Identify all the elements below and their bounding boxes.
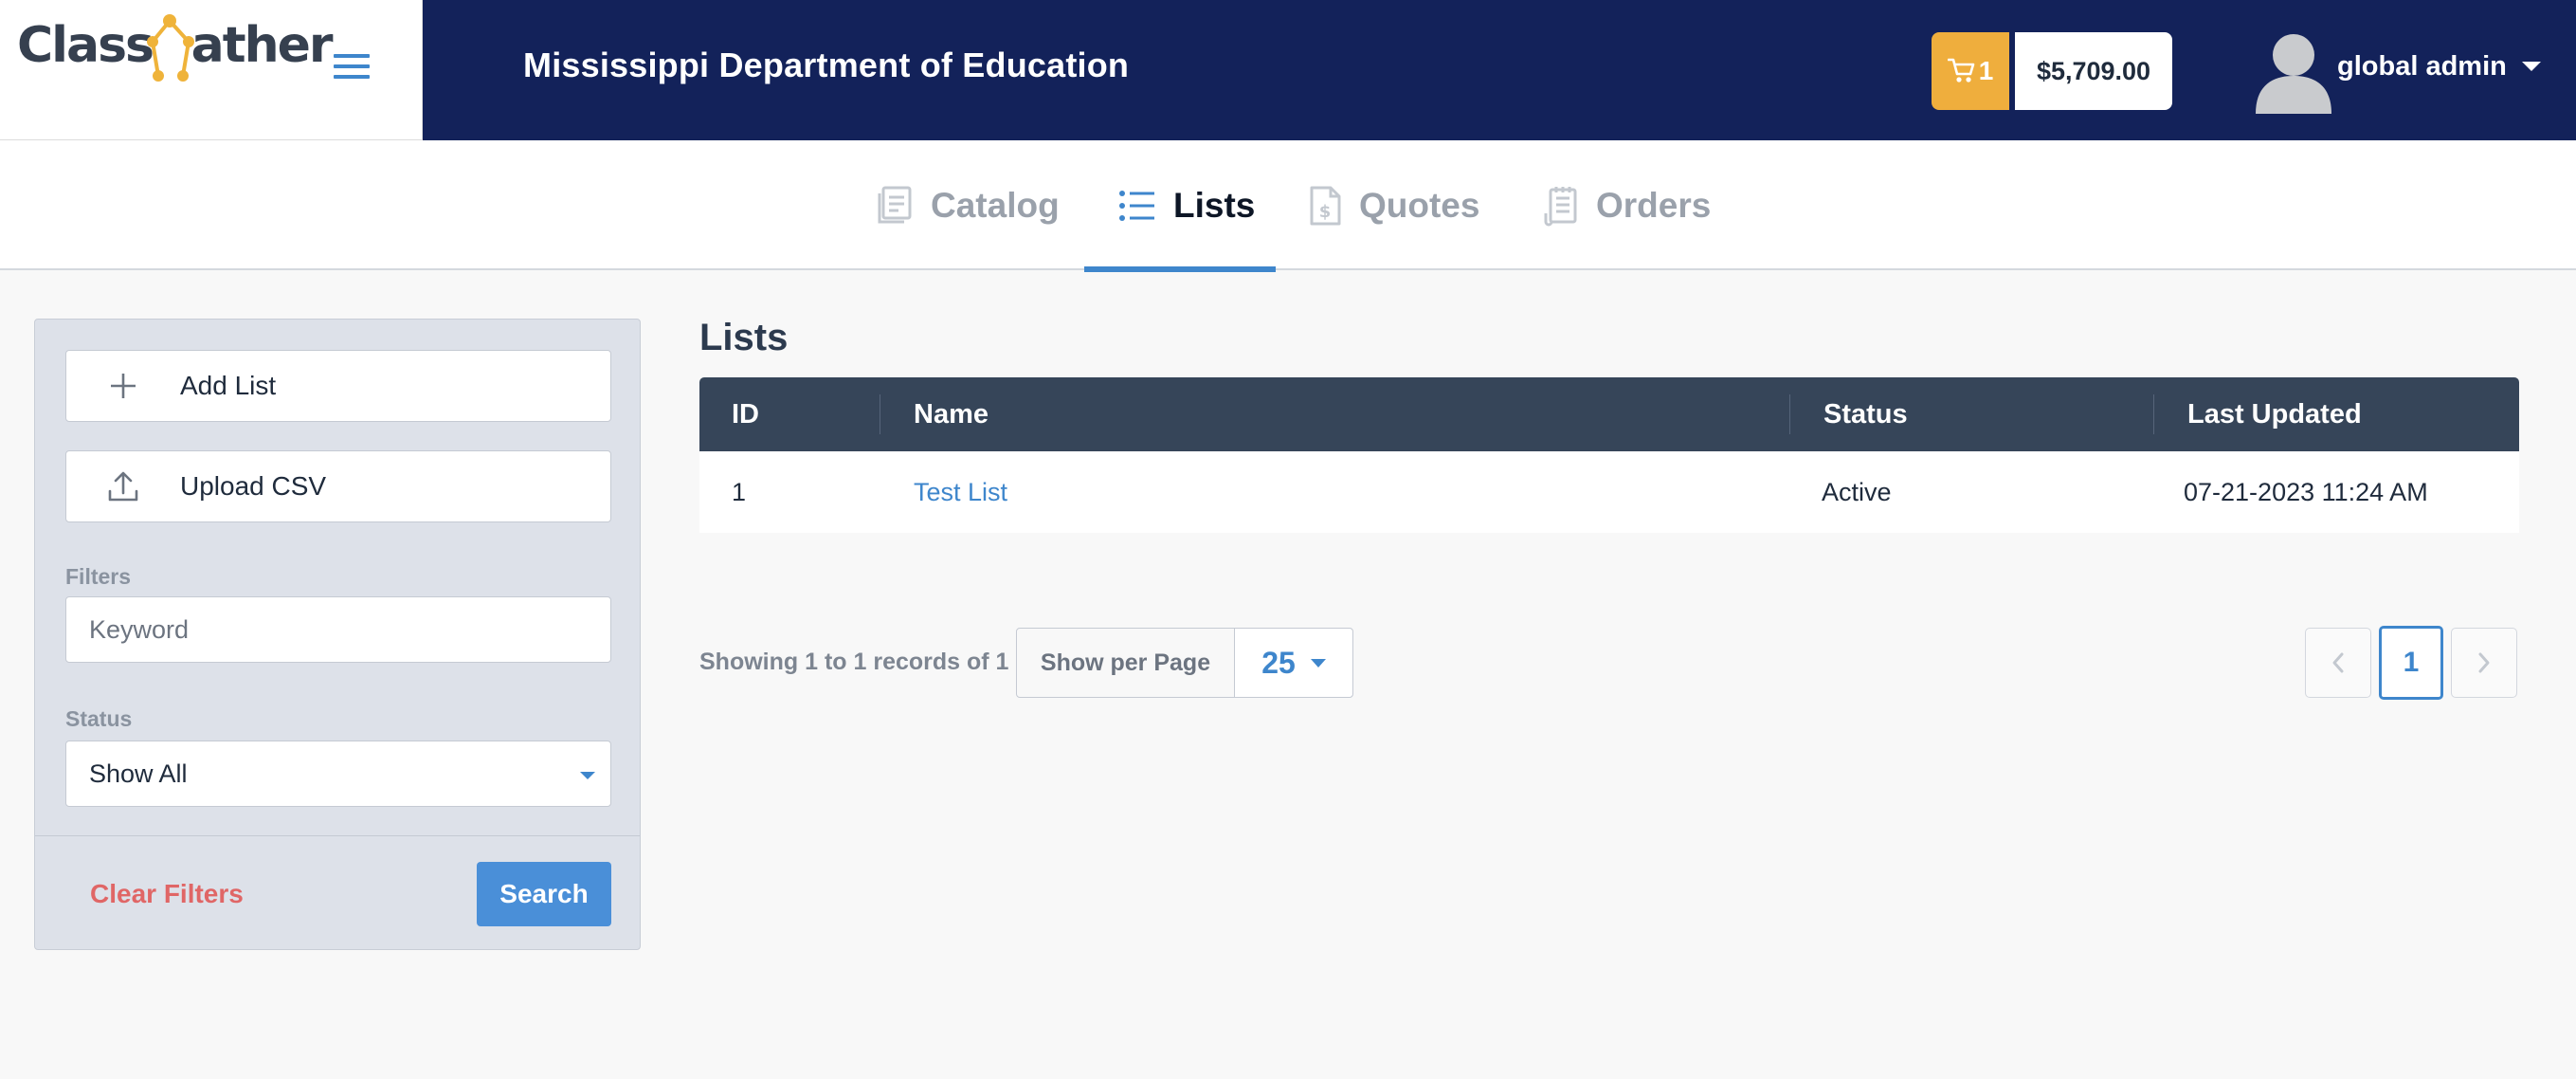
chevron-down-icon	[2521, 62, 2541, 71]
chevron-right-icon	[2478, 652, 2490, 673]
column-header-id[interactable]: ID	[699, 377, 880, 451]
upload-csv-button[interactable]: Upload CSV	[65, 450, 611, 522]
tab-orders-label: Orders	[1596, 185, 1712, 225]
logo-g-mark: G	[146, 14, 194, 82]
user-menu[interactable]: global admin	[2337, 47, 2541, 85]
status-select[interactable]: Show All	[65, 741, 611, 807]
user-name: global admin	[2337, 50, 2507, 82]
tab-orders[interactable]: Orders	[1543, 140, 1711, 270]
chevron-down-icon	[580, 772, 595, 779]
filters-label: Filters	[65, 564, 132, 589]
status-label: Status	[65, 706, 133, 731]
quote-icon: $	[1310, 186, 1341, 225]
pagination-next-button[interactable]	[2451, 628, 2517, 698]
cell-last-updated: 07-21-2023 11:24 AM	[2184, 477, 2428, 506]
cart-count: 1	[1978, 56, 1994, 85]
search-button[interactable]: Search	[477, 862, 611, 926]
classgather-logo[interactable]: Class Gather	[17, 6, 334, 85]
per-page-label: Show per Page	[1017, 629, 1235, 697]
tab-catalog[interactable]: Catalog	[876, 140, 1060, 270]
avatar[interactable]	[2252, 27, 2335, 114]
upload-icon	[66, 470, 180, 503]
user-avatar-icon	[2256, 34, 2331, 114]
catalog-icon	[878, 186, 912, 223]
tab-lists-label: Lists	[1173, 185, 1256, 225]
clear-filters-link[interactable]: Clear Filters	[90, 879, 244, 909]
pagination-page-current[interactable]: 1	[2379, 626, 2443, 700]
cell-name: Test List	[880, 478, 1789, 507]
main-nav: Catalog Lists $ Quotes Orders	[0, 140, 2576, 272]
tab-lists[interactable]: Lists	[1084, 140, 1276, 272]
plus-icon	[66, 372, 180, 400]
keyword-input[interactable]	[65, 596, 611, 663]
column-header-last-updated[interactable]: Last Updated	[2153, 377, 2519, 451]
sidebar-divider	[35, 835, 640, 836]
svg-text:$: $	[1319, 202, 1332, 222]
column-header-status[interactable]: Status	[1789, 377, 2153, 451]
orders-icon	[1544, 186, 1577, 226]
filter-sidebar: Add List Upload CSV Filters Status Show …	[34, 319, 641, 950]
cell-id: 1	[732, 477, 747, 506]
organization-name: Mississippi Department of Education	[523, 46, 1130, 84]
logo-text-right: ather	[190, 17, 334, 74]
column-header-name[interactable]: Name	[880, 377, 1789, 451]
chevron-down-icon	[1310, 658, 1326, 668]
tab-catalog-label: Catalog	[931, 185, 1060, 225]
status-selected-value: Show All	[89, 759, 188, 788]
upload-csv-label: Upload CSV	[180, 471, 327, 501]
per-page-value: 25	[1261, 645, 1296, 680]
cart-total[interactable]: $5,709.00	[2015, 32, 2172, 110]
cart-button[interactable]: 1	[1932, 32, 2009, 110]
logo-molecule-icon	[146, 14, 194, 82]
logo-text-left: Class	[17, 17, 154, 74]
table-header: ID Name Status Last Updated	[699, 377, 2519, 451]
add-list-label: Add List	[180, 371, 277, 400]
cart-icon	[1947, 58, 1975, 82]
list-name-link[interactable]: Test List	[914, 478, 1007, 507]
cell-status: Active	[1822, 477, 1892, 506]
logo-area: Class Gather	[0, 0, 423, 140]
records-summary: Showing 1 to 1 records of 1	[699, 649, 1009, 675]
lists-table: ID Name Status Last Updated 1 Test List …	[699, 377, 2519, 533]
page-title: Lists	[699, 317, 789, 358]
table-row: 1 Test List Active 07-21-2023 11:24 AM	[699, 451, 2519, 533]
per-page-control: Show per Page 25	[1016, 628, 1353, 698]
top-header: Class Gather Mississippi Department of E…	[0, 0, 2576, 140]
list-icon	[1119, 190, 1154, 221]
hamburger-menu-icon[interactable]	[334, 54, 370, 82]
per-page-select[interactable]: 25	[1235, 629, 1352, 697]
tab-quotes[interactable]: $ Quotes	[1308, 140, 1479, 270]
add-list-button[interactable]: Add List	[65, 350, 611, 422]
chevron-left-icon	[2332, 652, 2344, 673]
tab-quotes-label: Quotes	[1359, 185, 1480, 225]
pagination-prev-button[interactable]	[2305, 628, 2371, 698]
